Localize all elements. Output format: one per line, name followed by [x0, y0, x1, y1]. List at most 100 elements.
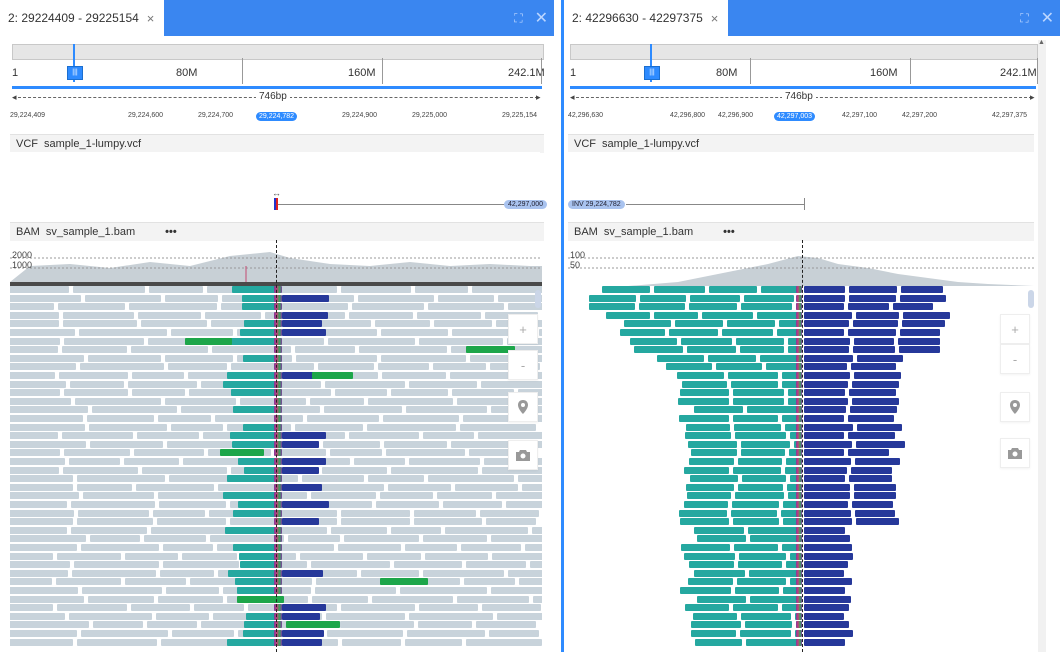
read-alignment[interactable] [686, 423, 730, 431]
read-alignment[interactable] [533, 595, 542, 603]
read-alignment[interactable] [323, 440, 380, 448]
read-alignment[interactable] [132, 372, 184, 379]
read-alignment[interactable] [282, 320, 322, 328]
read-alignment[interactable] [158, 595, 223, 603]
read-alignment[interactable] [295, 423, 363, 431]
read-alignment[interactable] [804, 346, 849, 354]
read-alignment[interactable] [246, 612, 276, 620]
read-alignment[interactable] [220, 449, 264, 457]
read-alignment[interactable] [82, 587, 162, 594]
read-alignment[interactable] [491, 535, 542, 543]
zoom-out-button[interactable]: - [508, 350, 538, 380]
read-alignment[interactable] [682, 380, 727, 388]
read-alignment[interactable] [681, 337, 732, 345]
read-alignment[interactable] [899, 346, 940, 354]
read-alignment[interactable] [382, 372, 446, 379]
read-alignment[interactable] [244, 466, 276, 474]
read-alignment[interactable] [680, 518, 729, 526]
read-alignment[interactable] [804, 561, 848, 569]
read-alignment[interactable] [227, 372, 276, 379]
read-alignment[interactable] [749, 569, 798, 577]
read-alignment[interactable] [709, 286, 757, 293]
read-alignment[interactable] [166, 587, 219, 594]
read-alignment[interactable] [738, 561, 782, 569]
read-alignment[interactable] [804, 397, 848, 405]
view-tab[interactable]: 2: 42296630 - 42297375 × [564, 0, 729, 36]
read-alignment[interactable] [10, 526, 67, 534]
read-alignment[interactable] [804, 492, 850, 500]
read-alignment[interactable] [275, 449, 326, 457]
read-alignment[interactable] [10, 587, 78, 594]
read-alignment[interactable] [434, 320, 492, 328]
read-alignment[interactable] [804, 286, 845, 293]
read-alignment[interactable] [282, 432, 326, 440]
read-alignment[interactable] [750, 595, 798, 603]
read-alignment[interactable] [687, 492, 731, 500]
read-alignment[interactable] [225, 526, 276, 534]
read-alignment[interactable] [688, 578, 733, 586]
read-alignment[interactable] [452, 389, 514, 397]
read-alignment[interactable] [168, 363, 227, 371]
read-alignment[interactable] [141, 320, 207, 328]
read-alignment[interactable] [804, 372, 850, 379]
read-alignment[interactable] [10, 449, 60, 457]
read-alignment[interactable] [901, 286, 943, 293]
read-alignment[interactable] [376, 501, 439, 508]
read-alignment[interactable] [900, 294, 946, 302]
read-alignment[interactable] [391, 526, 441, 534]
read-alignment[interactable] [804, 415, 844, 422]
read-alignment[interactable] [804, 569, 844, 577]
read-alignment[interactable] [856, 518, 899, 526]
maximize-icon[interactable]: ⛶ [1020, 11, 1028, 26]
read-alignment[interactable] [760, 354, 798, 362]
read-alignment[interactable] [77, 638, 157, 646]
read-alignment[interactable] [231, 389, 276, 397]
read-alignment[interactable] [300, 552, 363, 560]
read-alignment[interactable] [79, 329, 167, 336]
read-alignment[interactable] [10, 475, 73, 483]
read-alignment[interactable] [83, 492, 154, 500]
read-alignment[interactable] [232, 440, 276, 448]
read-alignment[interactable] [62, 346, 127, 354]
read-alignment[interactable] [349, 311, 413, 319]
read-alignment[interactable] [423, 569, 504, 577]
read-alignment[interactable] [694, 526, 744, 534]
read-alignment[interactable] [10, 604, 53, 612]
read-alignment[interactable] [472, 286, 542, 293]
read-alignment[interactable] [804, 389, 845, 397]
read-alignment[interactable] [530, 561, 542, 569]
read-alignment[interactable] [733, 397, 784, 405]
read-alignment[interactable] [460, 423, 536, 431]
read-alignment[interactable] [69, 612, 152, 620]
read-alignment[interactable] [89, 423, 167, 431]
read-alignment[interactable] [240, 329, 276, 336]
read-alignment[interactable] [153, 509, 205, 517]
read-alignment[interactable] [733, 466, 781, 474]
read-alignment[interactable] [10, 389, 60, 397]
read-alignment[interactable] [10, 337, 60, 345]
read-alignment[interactable] [182, 552, 237, 560]
read-alignment[interactable] [804, 483, 850, 491]
read-alignment[interactable] [380, 492, 433, 500]
zoom-out-button[interactable]: - [1000, 344, 1030, 374]
read-alignment[interactable] [10, 286, 69, 293]
read-alignment[interactable] [855, 458, 900, 465]
read-alignment[interactable] [893, 303, 933, 311]
read-alignment[interactable] [804, 320, 849, 328]
read-alignment[interactable] [326, 612, 405, 620]
read-alignment[interactable] [478, 432, 542, 440]
read-alignment[interactable] [381, 354, 466, 362]
read-alignment[interactable] [10, 423, 85, 431]
read-alignment[interactable] [741, 612, 791, 620]
read-alignment[interactable] [10, 415, 83, 422]
read-alignment[interactable] [282, 483, 322, 491]
read-alignment[interactable] [92, 406, 177, 414]
read-alignment[interactable] [740, 346, 784, 354]
read-alignment[interactable] [804, 363, 847, 371]
camera-icon[interactable] [508, 440, 538, 470]
read-alignment[interactable] [657, 354, 704, 362]
read-alignment[interactable] [736, 337, 784, 345]
read-alignment[interactable] [428, 303, 504, 311]
read-alignment[interactable] [288, 535, 340, 543]
read-alignment[interactable] [761, 286, 798, 293]
